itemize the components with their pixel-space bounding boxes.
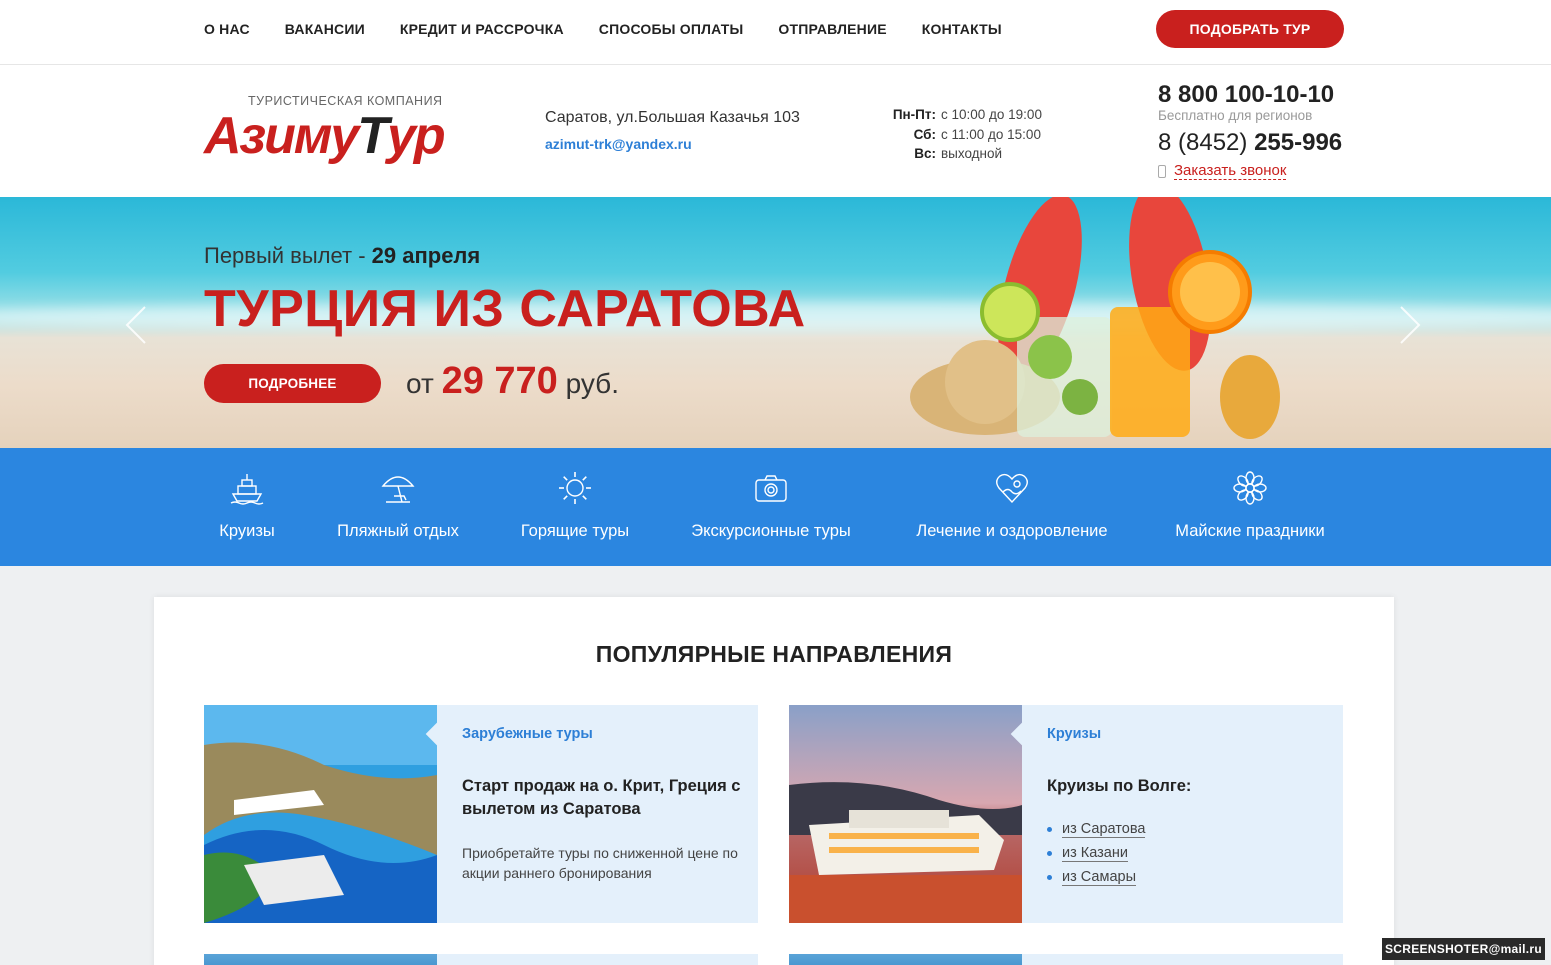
working-hours: Пн-Пт: с 10:00 до 19:00 Сб: с 11:00 до 15:… <box>870 105 1042 164</box>
hours-time: выходной <box>941 146 1003 161</box>
nav-credit[interactable]: КРЕДИТ И РАССРОЧКА <box>400 21 564 37</box>
slider-next-arrow-icon[interactable] <box>1399 305 1421 345</box>
tile-category[interactable]: Зарубежные туры <box>462 726 593 742</box>
category-may-holidays[interactable]: Майские праздники <box>1170 470 1330 541</box>
main-menu: О НАС ВАКАНСИИ КРЕДИТ И РАССРОЧКА СПОСОБ… <box>204 21 1002 37</box>
hours-day: Сб: <box>913 126 936 142</box>
nav-about[interactable]: О НАС <box>204 21 250 37</box>
callback-link[interactable]: Заказать звонок <box>1158 162 1287 180</box>
pick-tour-button[interactable]: ПОДОБРАТЬ ТУР <box>1156 10 1344 48</box>
slider-prev-arrow-icon[interactable] <box>125 305 147 345</box>
category-excursions[interactable]: Экскурсионные туры <box>688 470 854 541</box>
heart-icon <box>994 470 1030 506</box>
phone-free[interactable]: 8 800 100-10-10 <box>1158 81 1334 109</box>
popular-destinations: ПОПУЛЯРНЫЕ НАПРАВЛЕНИЯ Зарубежные туры С… <box>154 597 1394 965</box>
category-cruises[interactable]: Круизы <box>217 470 277 541</box>
tile-category[interactable]: Круизы <box>1047 726 1101 742</box>
hours-day: Пн-Пт: <box>892 107 936 122</box>
logo[interactable]: ТУРИСТИЧЕСКАЯ КОМПАНИЯ АзимуТур <box>204 92 474 172</box>
categories-bar: Круизы Пляжный отдых Горящие туры Экскур… <box>0 448 1551 566</box>
more-button[interactable]: ПОДРОБНЕЕ <box>204 364 381 403</box>
hero-slider: Первый вылет - 29 апреля ТУРЦИЯ ИЗ САРАТ… <box>0 197 1551 448</box>
nav-vacancies[interactable]: ВАКАНСИИ <box>285 21 365 37</box>
destination-tile-cruises[interactable]: Круизы Круизы по Волге: из Саратова из К… <box>789 705 1343 923</box>
tile-title: Круизы по Волге: <box>1047 777 1192 795</box>
cruise-links: из Саратова из Казани из Самары <box>1047 821 1146 893</box>
hours-day: Вс: <box>914 146 936 161</box>
logo-wordmark: АзимуТур <box>204 107 446 165</box>
category-label: Круизы <box>219 522 275 540</box>
mobile-phone-icon <box>1158 164 1166 178</box>
category-label: Горящие туры <box>520 522 630 540</box>
cruise-link-samara[interactable]: из Самары <box>1047 869 1145 886</box>
tile-photo <box>204 954 437 965</box>
phone-free-note: Бесплатно для регионов <box>1158 108 1313 123</box>
category-label: Майские праздники <box>1175 522 1325 540</box>
camera-icon <box>753 470 789 506</box>
crete-photo <box>204 705 437 923</box>
category-beach[interactable]: Пляжный отдых <box>334 470 462 541</box>
section-heading: ПОПУЛЯРНЫЕ НАПРАВЛЕНИЯ <box>595 641 953 667</box>
hours-time: с 10:00 до 19:00 <box>941 107 1042 122</box>
phone-local[interactable]: 8 (8452) 255-996 <box>1158 129 1342 157</box>
category-health[interactable]: Лечение и оздоровление <box>911 470 1113 541</box>
flower-icon <box>1232 470 1268 506</box>
tile-title[interactable]: Старт продаж на о. Крит, Греция с вылето… <box>462 775 742 821</box>
sun-icon <box>557 470 593 506</box>
address: Саратов, ул.Большая Казачья 103 <box>545 109 800 126</box>
category-label: Пляжный отдых <box>337 522 459 540</box>
nav-departure[interactable]: ОТПРАВЛЕНИЕ <box>778 21 886 37</box>
destination-tile-partial[interactable] <box>789 954 1343 965</box>
hero-title: ТУРЦИЯ ИЗ САРАТОВА <box>204 280 806 338</box>
nav-contacts[interactable]: КОНТАКТЫ <box>922 21 1002 37</box>
cruise-link-kazan[interactable]: из Казани <box>1047 845 1145 862</box>
hero-subtitle: Первый вылет - 29 апреля <box>204 243 481 268</box>
category-hot-tours[interactable]: Горящие туры <box>518 470 632 541</box>
river-cruise-photo <box>789 705 1022 923</box>
email-link[interactable]: azimut-trk@yandex.ru <box>545 136 692 152</box>
category-label: Лечение и оздоровление <box>916 522 1108 540</box>
cruise-link-saratov[interactable]: из Саратова <box>1047 821 1146 838</box>
destination-tile-partial[interactable] <box>204 954 758 965</box>
top-navigation: О НАС ВАКАНСИИ КРЕДИТ И РАССРОЧКА СПОСОБ… <box>0 0 1551 65</box>
ship-icon <box>229 470 265 506</box>
hours-time: с 11:00 до 15:00 <box>941 126 1041 142</box>
hero-beach-illustration <box>910 197 1280 439</box>
tile-photo <box>789 954 1022 965</box>
nav-payment[interactable]: СПОСОБЫ ОПЛАТЫ <box>599 21 744 37</box>
hero-price: от 29 770 руб. <box>406 360 619 402</box>
category-label: Экскурсионные туры <box>691 522 851 540</box>
beach-umbrella-icon <box>380 470 416 506</box>
tile-text: Приобретайте туры по сниженной цене по а… <box>462 845 738 881</box>
callback-label: Заказать звонок <box>1174 162 1287 180</box>
site-header: ТУРИСТИЧЕСКАЯ КОМПАНИЯ АзимуТур Саратов,… <box>0 65 1551 197</box>
screenshoter-watermark: SCREENSHOTER@mail.ru <box>1382 938 1545 960</box>
destination-tile-crete[interactable]: Зарубежные туры Старт продаж на о. Крит,… <box>204 705 758 923</box>
